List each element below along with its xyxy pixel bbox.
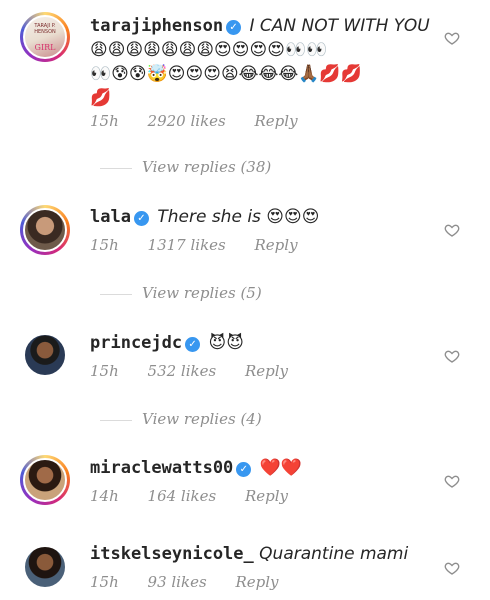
like-count[interactable]: 164 likes: [148, 487, 217, 505]
avatar[interactable]: [20, 542, 70, 592]
view-replies-label: View replies (5): [142, 284, 262, 302]
comment-emoji-line: 👀😰😰🤯😍😍😍😫😂😂😂🙏🏾💋💋: [90, 64, 362, 84]
username[interactable]: miraclewatts00: [90, 458, 233, 478]
comment-body: miraclewatts00 ✓ ❤️❤️: [90, 456, 430, 480]
timestamp: 15h: [90, 236, 119, 254]
heart-outline-icon[interactable]: [444, 560, 460, 576]
reply-button[interactable]: Reply: [245, 362, 288, 380]
view-replies-button[interactable]: View replies (38): [100, 158, 271, 176]
comment-meta: 15h 532 likes Reply: [90, 362, 312, 380]
timestamp: 15h: [90, 573, 119, 591]
divider: [100, 419, 132, 421]
avatar[interactable]: [20, 330, 70, 380]
reply-button[interactable]: Reply: [235, 573, 278, 591]
view-replies-button[interactable]: View replies (4): [100, 410, 262, 428]
comment-emoji-line: 💋: [90, 88, 112, 108]
comment-meta: 15h 93 likes Reply: [90, 573, 302, 591]
like-count[interactable]: 93 likes: [148, 573, 207, 591]
timestamp: 14h: [90, 487, 119, 505]
view-replies-button[interactable]: View replies (5): [100, 284, 262, 302]
heart-outline-icon[interactable]: [444, 222, 460, 238]
avatar-image: [23, 545, 67, 589]
reply-button[interactable]: Reply: [255, 236, 298, 254]
divider: [100, 167, 132, 169]
like-count[interactable]: 2920 likes: [148, 112, 226, 130]
timestamp: 15h: [90, 112, 119, 130]
like-count[interactable]: 532 likes: [148, 362, 217, 380]
comment-body: lala ✓ There she is 😍😍😍: [90, 205, 430, 229]
comment-meta: 15h 1317 likes Reply: [90, 236, 322, 254]
avatar[interactable]: [20, 455, 70, 505]
heart-outline-icon[interactable]: [444, 473, 460, 489]
avatar-image: [23, 208, 67, 252]
divider: [100, 293, 132, 295]
verified-badge-icon: ✓: [133, 211, 149, 226]
comment-text: 😈😈: [208, 333, 244, 353]
comment-text: ❤️❤️: [259, 458, 303, 478]
comment-meta: 14h 164 likes Reply: [90, 487, 312, 505]
view-replies-label: View replies (4): [142, 410, 262, 428]
comment-body: princejdc ✓ 😈😈: [90, 331, 430, 355]
avatar-image: TARAJI P. HENSON GIRL: [23, 15, 67, 59]
comment-body: tarajiphenson ✓ I CAN NOT WITH YOU 😩😩😩😩😩😩…: [90, 14, 430, 110]
verified-badge-icon: ✓: [226, 20, 242, 35]
avatar[interactable]: TARAJI P. HENSON GIRL: [20, 12, 70, 62]
avatar-image: [23, 333, 67, 377]
comment-emoji-line: 😩😩😩😩😩😩😩😍😍😍😍👀👀: [90, 40, 328, 60]
username[interactable]: itskelseynicole_: [90, 544, 254, 564]
verified-badge-icon: ✓: [236, 462, 252, 477]
reply-button[interactable]: Reply: [245, 487, 288, 505]
comment-body: itskelseynicole_ Quarantine mami: [90, 542, 430, 566]
comment-text: Quarantine mami: [259, 544, 409, 564]
heart-outline-icon[interactable]: [444, 348, 460, 364]
comment-text: There she is 😍😍😍: [157, 207, 320, 227]
username[interactable]: princejdc: [90, 333, 182, 353]
username[interactable]: lala: [90, 207, 131, 227]
view-replies-label: View replies (38): [142, 158, 272, 176]
avatar-book-title: TARAJI P. HENSON: [34, 23, 56, 35]
timestamp: 15h: [90, 362, 119, 380]
verified-badge-icon: ✓: [185, 337, 201, 352]
avatar-image: [23, 458, 67, 502]
comment-text: I CAN NOT WITH YOU: [249, 16, 430, 36]
avatar-book-word: GIRL: [34, 43, 56, 52]
username[interactable]: tarajiphenson: [90, 16, 223, 36]
like-count[interactable]: 1317 likes: [148, 236, 226, 254]
comment-meta: 15h 2920 likes Reply: [90, 112, 322, 130]
avatar[interactable]: [20, 205, 70, 255]
reply-button[interactable]: Reply: [255, 112, 298, 130]
heart-outline-icon[interactable]: [444, 30, 460, 46]
